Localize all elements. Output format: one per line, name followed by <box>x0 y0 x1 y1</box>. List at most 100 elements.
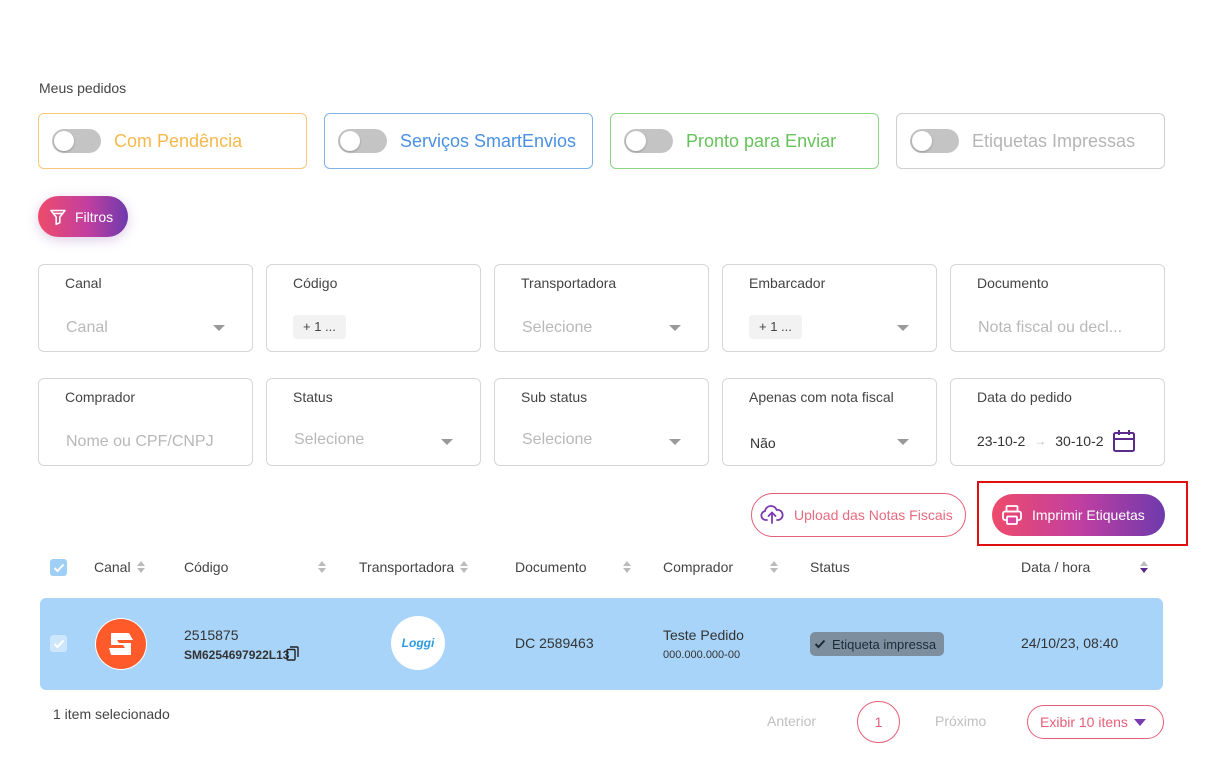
column-header-transportadora[interactable]: Transportadora <box>359 559 469 575</box>
toggle-servicos-smartenvios[interactable]: Serviços SmartEnvios <box>324 113 593 169</box>
order-datetime: 24/10/23, 08:40 <box>1021 635 1119 651</box>
sort-icon[interactable] <box>318 561 326 573</box>
filter-status[interactable]: Status Selecione <box>266 378 481 466</box>
filter-data-pedido[interactable]: Data do pedido 23-10-2 → 30-10-2 <box>950 378 1165 466</box>
check-icon <box>53 639 64 648</box>
field-label: Embarcador <box>749 275 826 291</box>
printer-icon <box>1002 505 1022 525</box>
arrow-right-icon: → <box>1034 434 1047 448</box>
transportadora-select[interactable]: Selecione <box>522 319 592 337</box>
caret-down-icon <box>1133 718 1146 726</box>
status-select[interactable]: Selecione <box>294 431 364 449</box>
toggle-label: Com Pendência <box>114 130 243 151</box>
table-row[interactable]: 2515875 SM6254697922L13 Loggi DC 2589463… <box>40 598 1163 690</box>
toggle-label: Pronto para Enviar <box>686 130 837 151</box>
row-checkbox[interactable] <box>50 635 67 652</box>
filters-button-label: Filtros <box>75 208 114 225</box>
date-start[interactable]: 23-10-2 <box>977 433 1025 449</box>
sub-status-select[interactable]: Selecione <box>522 431 592 449</box>
filter-nota-fiscal[interactable]: Apenas com nota fiscal Não <box>722 378 937 466</box>
filter-documento[interactable]: Documento Nota fiscal ou decl... <box>950 264 1165 352</box>
status-badge-label: Etiqueta impressa <box>832 636 937 652</box>
field-label: Apenas com nota fiscal <box>749 389 894 405</box>
field-label: Código <box>293 275 338 291</box>
filters-button[interactable]: Filtros <box>38 196 128 237</box>
column-header-label: Transportadora <box>359 559 455 575</box>
field-label: Data do pedido <box>977 389 1072 405</box>
page-size-label: Exibir 10 itens <box>1040 714 1128 730</box>
chevron-down-icon[interactable] <box>897 439 909 445</box>
field-label: Comprador <box>65 389 136 405</box>
column-header-codigo[interactable]: Código <box>184 559 228 575</box>
column-header-canal[interactable]: Canal <box>94 559 145 575</box>
embarcador-tag[interactable]: + 1 ... <box>749 315 802 339</box>
sort-icon[interactable] <box>770 561 778 573</box>
column-header-documento[interactable]: Documento <box>515 559 587 575</box>
column-header-data-hora[interactable]: Data / hora <box>1021 559 1090 575</box>
chevron-down-icon[interactable] <box>441 439 453 445</box>
column-header-comprador[interactable]: Comprador <box>663 559 733 575</box>
chevron-down-icon[interactable] <box>669 439 681 445</box>
chevron-down-icon[interactable] <box>897 325 909 331</box>
date-end[interactable]: 30-10-2 <box>1055 433 1103 449</box>
column-header-label: Comprador <box>663 559 734 575</box>
date-range[interactable]: 23-10-2 → 30-10-2 <box>977 433 1104 449</box>
selected-count: 1 item selecionado <box>53 706 170 722</box>
pagination-page[interactable]: 1 <box>857 701 900 743</box>
toggle-etiquetas-impressas[interactable]: Etiquetas Impressas <box>896 113 1165 169</box>
print-labels-label: Imprimir Etiquetas <box>1032 507 1145 523</box>
column-header-label: Documento <box>515 559 587 575</box>
select-all-checkbox[interactable] <box>50 559 67 576</box>
check-icon <box>53 563 64 572</box>
smartenvios-logo-icon <box>96 619 146 669</box>
order-code: 2515875 <box>184 627 239 643</box>
upload-notas-button[interactable]: Upload das Notas Fiscais <box>751 493 966 537</box>
filter-icon <box>50 209 66 225</box>
chevron-down-icon[interactable] <box>669 325 681 331</box>
status-badge: Etiqueta impressa <box>810 632 945 656</box>
toggle-switch[interactable] <box>624 129 673 153</box>
calendar-icon[interactable] <box>1112 429 1136 458</box>
toggle-label: Serviços SmartEnvios <box>400 130 577 151</box>
sort-icon[interactable] <box>460 561 469 573</box>
toggle-switch[interactable] <box>52 129 101 153</box>
column-header-label: Status <box>810 559 850 575</box>
cloud-upload-icon <box>760 505 784 524</box>
canal-select[interactable]: Canal <box>66 319 108 337</box>
column-header-label: Código <box>184 559 229 575</box>
buyer-document: 000.000.000-00 <box>663 649 741 661</box>
channel-logo <box>95 618 147 670</box>
loggi-logo-text: Loggi <box>401 636 435 650</box>
documento-input[interactable]: Nota fiscal ou decl... <box>978 319 1122 337</box>
comprador-input[interactable]: Nome ou CPF/CNPJ <box>66 433 214 451</box>
page-size-select[interactable]: Exibir 10 itens <box>1027 705 1164 739</box>
filter-transportadora[interactable]: Transportadora Selecione <box>494 264 709 352</box>
codigo-tag[interactable]: + 1 ... <box>293 315 346 339</box>
pagination-next[interactable]: Próximo <box>935 713 986 729</box>
chevron-down-icon[interactable] <box>213 325 225 331</box>
copy-icon[interactable] <box>286 646 299 666</box>
print-labels-button[interactable]: Imprimir Etiquetas <box>992 494 1165 536</box>
toggle-switch[interactable] <box>910 129 959 153</box>
sort-icon[interactable] <box>623 561 631 573</box>
field-label: Transportadora <box>521 275 617 291</box>
sort-desc-icon[interactable] <box>1140 561 1148 573</box>
toggle-switch[interactable] <box>338 129 387 153</box>
pagination-prev[interactable]: Anterior <box>767 713 816 729</box>
filter-comprador[interactable]: Comprador Nome ou CPF/CNPJ <box>38 378 253 466</box>
field-label: Sub status <box>521 389 588 405</box>
filter-codigo[interactable]: Código + 1 ... <box>266 264 481 352</box>
field-label: Status <box>293 389 333 405</box>
buyer-name: Teste Pedido <box>663 627 744 643</box>
sort-icon[interactable] <box>136 561 145 573</box>
nota-fiscal-select[interactable]: Não <box>750 435 776 451</box>
check-icon <box>814 639 826 649</box>
filter-sub-status[interactable]: Sub status Selecione <box>494 378 709 466</box>
toggle-pronto-para-enviar[interactable]: Pronto para Enviar <box>610 113 879 169</box>
toggle-com-pendencia[interactable]: Com Pendência <box>38 113 307 169</box>
order-tracking-code: SM6254697922L13 <box>184 648 290 662</box>
field-label: Canal <box>65 275 102 291</box>
filter-embarcador[interactable]: Embarcador + 1 ... <box>722 264 937 352</box>
filter-canal[interactable]: Canal Canal <box>38 264 253 352</box>
pagination-page-label: 1 <box>874 714 883 730</box>
